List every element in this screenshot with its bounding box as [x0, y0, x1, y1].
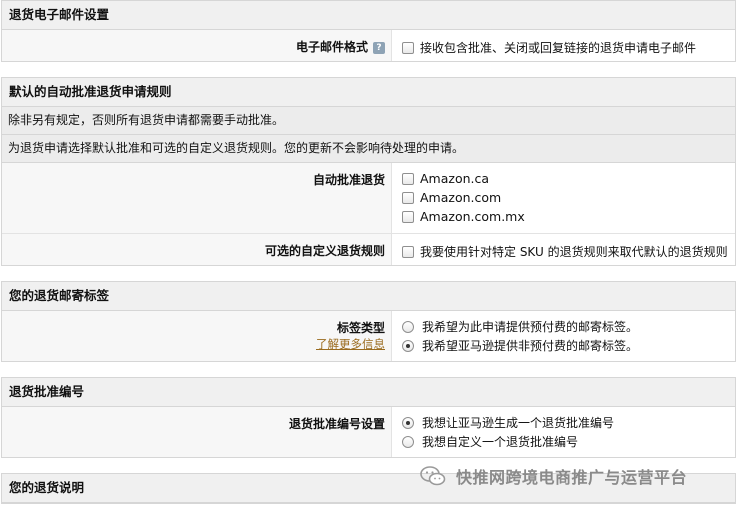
- marketplace-checkbox[interactable]: [402, 210, 414, 223]
- rma-setting-label: 退货批准编号设置: [2, 407, 392, 457]
- email-option[interactable]: 接收包含批准、关闭或回复链接的退货申请电子邮件: [402, 38, 735, 57]
- rma-custom-radio[interactable]: [402, 435, 414, 448]
- email-format-label: 电子邮件格式?: [2, 30, 392, 61]
- custom-rule-label: 可选的自定义退货规则: [2, 234, 392, 265]
- custom-rule-checkbox[interactable]: [402, 245, 414, 258]
- label-option-prepaid[interactable]: 我希望为此申请提供预付费的邮寄标签。: [402, 317, 735, 336]
- rma-setting-row: 退货批准编号设置 我想让亚马逊生成一个退货批准编号 我想自定义一个退货批准编号: [2, 407, 735, 457]
- auto-approve-label: 自动批准退货: [2, 163, 392, 233]
- auto-approve-row: 自动批准退货 Amazon.ca Amazon.com Amazon.com.m…: [2, 163, 735, 234]
- mailing-label-section: 您的退货邮寄标签 标签类型 了解更多信息 我希望为此申请提供预付费的邮寄标签。 …: [1, 281, 736, 362]
- marketplace-option[interactable]: Amazon.com: [402, 188, 735, 207]
- auto-approve-title: 默认的自动批准退货申请规则: [2, 78, 735, 107]
- marketplace-checkbox[interactable]: [402, 191, 414, 204]
- custom-rule-row: 可选的自定义退货规则 我要使用针对特定 SKU 的退货规则来取代默认的退货规则: [2, 234, 735, 265]
- custom-rule-option[interactable]: 我要使用针对特定 SKU 的退货规则来取代默认的退货规则: [402, 242, 735, 261]
- rma-option-custom[interactable]: 我想自定义一个退货批准编号: [402, 432, 735, 451]
- mailing-label-title: 您的退货邮寄标签: [2, 282, 735, 311]
- auto-approve-section: 默认的自动批准退货申请规则 除非另有规定，否则所有退货申请都需要手动批准。 为退…: [1, 77, 736, 266]
- rma-option-generate[interactable]: 我想让亚马逊生成一个退货批准编号: [402, 413, 735, 432]
- return-settings-page: 退货电子邮件设置 电子邮件格式? 接收包含批准、关闭或回复链接的退货申请电子邮件…: [0, 0, 736, 504]
- learn-more-link[interactable]: 了解更多信息: [316, 337, 385, 351]
- marketplace-option[interactable]: Amazon.com.mx: [402, 207, 735, 226]
- rma-title: 退货批准编号: [2, 378, 735, 407]
- label-option-unpaid[interactable]: 我希望亚马逊提供非预付费的邮寄标签。: [402, 336, 735, 355]
- email-option-checkbox[interactable]: [402, 41, 414, 54]
- email-settings-title: 退货电子邮件设置: [2, 1, 735, 30]
- label-type-row: 标签类型 了解更多信息 我希望为此申请提供预付费的邮寄标签。 我希望亚马逊提供非…: [2, 311, 735, 361]
- help-icon[interactable]: ?: [373, 41, 385, 54]
- rma-generate-radio[interactable]: [402, 416, 414, 429]
- auto-approve-note-2: 为退货申请选择默认批准和可选的自定义退货规则。您的更新不会影响待处理的申请。: [2, 135, 735, 163]
- label-type-label: 标签类型 了解更多信息: [2, 311, 392, 361]
- label-prepaid-radio[interactable]: [402, 320, 414, 333]
- watermark: 快推网跨境电商推广与运营平台: [420, 464, 687, 488]
- wechat-icon: [420, 466, 446, 486]
- email-format-row: 电子邮件格式? 接收包含批准、关闭或回复链接的退货申请电子邮件: [2, 30, 735, 61]
- auto-approve-note-1: 除非另有规定，否则所有退货申请都需要手动批准。: [2, 107, 735, 135]
- label-unpaid-radio[interactable]: [402, 339, 414, 352]
- rma-section: 退货批准编号 退货批准编号设置 我想让亚马逊生成一个退货批准编号 我想自定义一个…: [1, 377, 736, 458]
- marketplace-checkbox[interactable]: [402, 172, 414, 185]
- marketplace-option[interactable]: Amazon.ca: [402, 169, 735, 188]
- email-settings-section: 退货电子邮件设置 电子邮件格式? 接收包含批准、关闭或回复链接的退货申请电子邮件: [1, 0, 736, 62]
- watermark-text: 快推网跨境电商推广与运营平台: [456, 468, 688, 487]
